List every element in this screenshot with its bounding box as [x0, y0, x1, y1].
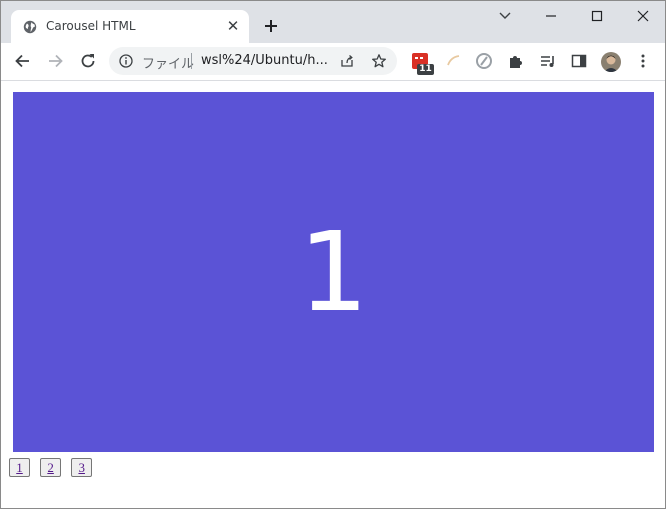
side-panel-icon[interactable]: [570, 52, 588, 70]
new-tab-plus-icon[interactable]: [261, 16, 281, 36]
share-icon[interactable]: [339, 53, 355, 69]
nav-link-2[interactable]: 2: [40, 458, 62, 477]
address-bar[interactable]: ファイル wsl%24/Ubuntu/h...: [109, 47, 397, 75]
site-type-label: ファイル: [142, 57, 195, 72]
more-menu-icon[interactable]: [634, 52, 652, 70]
bookmark-star-icon[interactable]: [371, 53, 387, 69]
slide-number: 1: [298, 208, 369, 336]
tab-carousel-html[interactable]: Carousel HTML ✕: [11, 10, 249, 43]
browser-window: Carousel HTML ✕ ファイル wsl%24/Ubuntu/h... …: [0, 0, 666, 509]
nav-link-1[interactable]: 1: [9, 458, 30, 477]
page-content: 1 1 2 3: [1, 81, 665, 508]
tab-title: Carousel HTML: [46, 19, 136, 33]
circle-extension-icon[interactable]: [475, 52, 493, 70]
forward-arrow-icon[interactable]: [45, 51, 65, 71]
globe-icon: [23, 20, 37, 34]
browser-toolbar: ファイル wsl%24/Ubuntu/h...: [1, 43, 665, 81]
reading-list-icon[interactable]: [539, 52, 557, 70]
minimize-icon[interactable]: [536, 6, 566, 26]
maximize-icon[interactable]: [582, 6, 612, 26]
profile-avatar[interactable]: [601, 52, 621, 72]
omnibox-divider: [191, 53, 192, 69]
site-info-icon[interactable]: [119, 54, 133, 68]
extension-badge: 11: [417, 64, 434, 75]
tab-strip: Carousel HTML ✕: [1, 1, 665, 43]
back-arrow-icon[interactable]: [13, 51, 33, 71]
nav-link-3[interactable]: 3: [71, 458, 93, 477]
puzzle-extensions-icon[interactable]: [507, 52, 525, 70]
feather-extension-icon[interactable]: [445, 52, 463, 70]
close-window-icon[interactable]: [628, 6, 658, 26]
carousel-nav: 1 2 3: [9, 458, 97, 480]
reload-icon[interactable]: [78, 51, 98, 71]
url-text[interactable]: wsl%24/Ubuntu/h...: [201, 53, 328, 68]
tab-close-icon[interactable]: ✕: [225, 18, 241, 34]
tab-search-chevron-icon[interactable]: [490, 6, 520, 26]
carousel-slide: 1: [13, 92, 654, 452]
